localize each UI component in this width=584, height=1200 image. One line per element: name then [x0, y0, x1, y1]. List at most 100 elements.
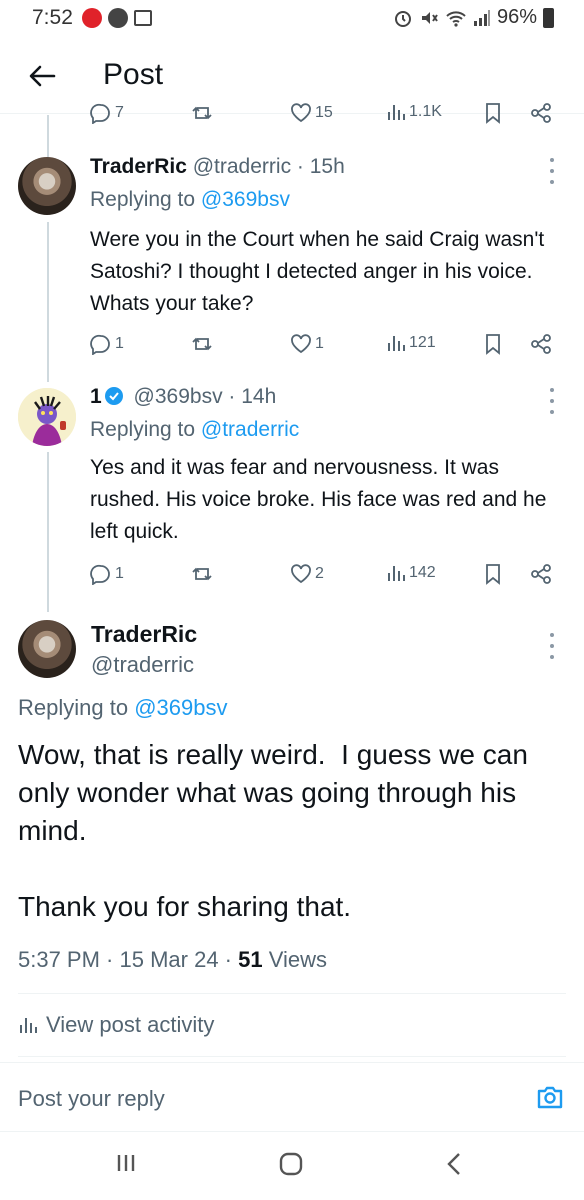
notification-icons [82, 8, 152, 28]
camera-icon [537, 1086, 563, 1109]
views-action[interactable]: 1.1K [386, 102, 442, 122]
back-button[interactable] [22, 56, 62, 96]
post-date: 15 Mar 24 [119, 947, 219, 972]
tweet-text: Were you in the Court when he said Craig… [90, 228, 545, 315]
back-nav-button[interactable] [445, 1152, 463, 1181]
reply-action[interactable]: 1 [90, 333, 124, 355]
reply-action[interactable]: 1 [90, 563, 124, 585]
main-post-meta: 5:37 PM · 15 Mar 24 · 51 Views [18, 947, 328, 972]
tweet-header: 1 @369bsv · 14h [90, 385, 276, 409]
bookmark-icon [486, 103, 500, 124]
battery-percent: 96% [496, 6, 537, 28]
camera-button[interactable] [536, 1083, 564, 1111]
signal-icon [473, 9, 490, 26]
clipped-actions-row: 7 15 1.1K [90, 100, 560, 130]
thread-line [47, 222, 49, 382]
main-post-author-handle[interactable]: @traderric [91, 652, 194, 678]
author-name[interactable]: 1 [90, 385, 102, 408]
share-icon [531, 334, 551, 354]
repost-icon [192, 337, 212, 351]
bookmark-action[interactable] [483, 102, 503, 124]
bookmark-icon [486, 334, 500, 355]
analytics-icon [20, 1018, 37, 1033]
tweet-actions: 1 1 121 [90, 333, 560, 363]
avatar[interactable] [18, 157, 76, 215]
author-handle[interactable]: @traderric [193, 155, 291, 178]
repost-action[interactable] [190, 333, 214, 355]
heart-icon [291, 334, 311, 354]
tweet-age: · 14h [228, 385, 277, 408]
more-options-icon[interactable] [546, 633, 558, 659]
share-action[interactable] [530, 102, 552, 124]
back-arrow-icon [29, 65, 56, 87]
view-post-activity-link[interactable]: View post activity [18, 1012, 214, 1038]
reply-tweet[interactable]: 1 @369bsv · 14h Replying to @traderric Y… [0, 380, 584, 610]
wifi-icon [446, 10, 466, 27]
repost-icon [192, 567, 212, 581]
reply-icon [90, 564, 110, 585]
thread-line [47, 452, 49, 612]
main-post-paragraph: Thank you for sharing that. [18, 891, 352, 922]
avatar-cartoon-image [18, 388, 76, 446]
tweet-age: · 15h [296, 155, 345, 178]
post-time: 5:37 PM [18, 947, 100, 972]
mute-icon [421, 11, 438, 24]
heart-icon [291, 103, 311, 123]
share-icon [531, 564, 551, 584]
replying-to: Replying to @traderric [90, 418, 300, 441]
page-title: Post [103, 58, 164, 91]
repost-action[interactable] [190, 102, 214, 124]
share-action[interactable] [530, 333, 552, 355]
main-post-author-name[interactable]: TraderRic [91, 621, 197, 648]
views-action[interactable]: 121 [386, 333, 436, 353]
status-bar: 7:52 96% [0, 0, 584, 38]
main-post-paragraph: Wow, that is really weird. I guess we ca… [18, 739, 536, 846]
like-action[interactable]: 1 [290, 333, 324, 355]
mention-link[interactable]: @369bsv [201, 188, 290, 211]
views-icon [388, 566, 405, 581]
reply-icon [90, 334, 110, 355]
alarm-icon [394, 10, 411, 27]
avatar[interactable] [18, 388, 76, 446]
post-views-label: Views [268, 947, 328, 972]
mention-link[interactable]: @traderric [201, 418, 299, 441]
reply-bar [0, 1062, 584, 1132]
views-icon [388, 336, 405, 351]
reply-action[interactable]: 7 [90, 102, 124, 124]
tweet-header: TraderRic @traderric · 15h [90, 155, 345, 179]
heart-icon [291, 564, 311, 584]
mention-link[interactable]: @369bsv [134, 695, 227, 720]
more-options-icon[interactable] [546, 158, 558, 184]
home-icon [279, 1152, 303, 1176]
home-button[interactable] [279, 1152, 303, 1181]
verified-badge-icon [104, 387, 123, 405]
views-action[interactable]: 142 [386, 563, 436, 583]
bookmark-action[interactable] [483, 563, 503, 585]
play-notification-icon [108, 8, 128, 28]
bookmark-action[interactable] [483, 333, 503, 355]
more-options-icon[interactable] [546, 388, 558, 414]
recent-apps-button[interactable] [115, 1152, 137, 1179]
tweet-actions: 1 2 142 [90, 563, 560, 593]
post-views-count: 51 [238, 947, 263, 972]
status-time: 7:52 [32, 6, 73, 29]
like-action[interactable]: 15 [290, 102, 333, 124]
main-post-avatar[interactable] [18, 620, 76, 678]
share-action[interactable] [530, 563, 552, 585]
author-name[interactable]: TraderRic [90, 155, 187, 178]
reply-input[interactable] [18, 1083, 498, 1115]
replying-to: Replying to @369bsv [90, 188, 290, 211]
recent-apps-icon [117, 1155, 135, 1171]
system-icons: 96% [393, 6, 554, 29]
repost-icon [192, 106, 212, 120]
like-action[interactable]: 2 [290, 563, 324, 585]
reply-icon [90, 103, 110, 124]
back-chevron-icon [447, 1153, 460, 1175]
bookmark-icon [486, 564, 500, 585]
repost-action[interactable] [190, 563, 214, 585]
main-post-replying-to: Replying to @369bsv [18, 695, 228, 720]
gallery-notification-icon [134, 10, 152, 26]
author-handle[interactable]: @369bsv [134, 385, 223, 408]
tweet-text: Yes and it was fear and nervousness. It … [90, 456, 547, 543]
reply-tweet[interactable]: TraderRic @traderric · 15h Replying to @… [0, 150, 584, 380]
